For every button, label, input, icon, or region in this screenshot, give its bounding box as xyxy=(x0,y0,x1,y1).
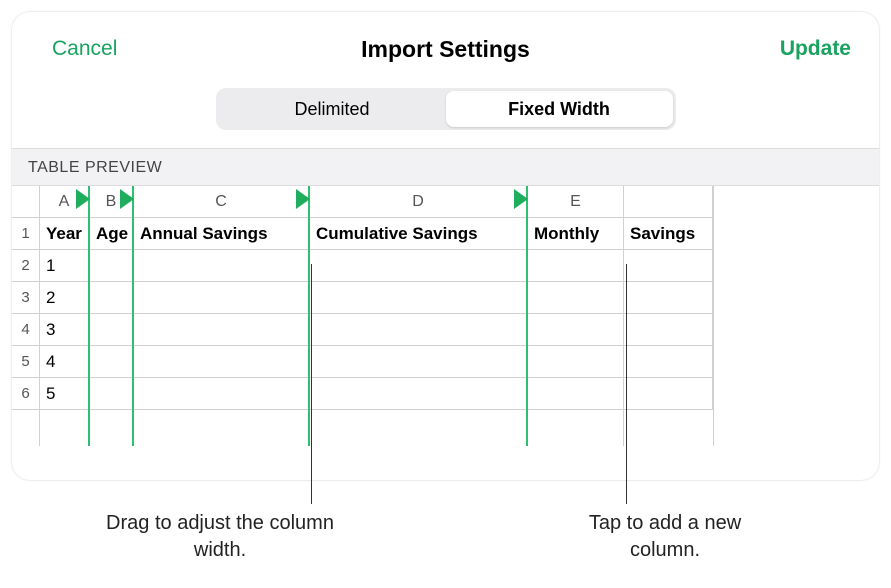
cell xyxy=(624,378,713,410)
row-header: 2 xyxy=(12,250,39,282)
table-preview[interactable]: 1 2 3 4 5 6 A Year 1 2 3 4 xyxy=(12,186,879,446)
cell xyxy=(310,250,526,282)
row-header: 3 xyxy=(12,282,39,314)
sheet-header: Cancel Import Settings Update xyxy=(12,12,879,86)
cell: Annual Savings xyxy=(134,218,308,250)
column-d: D Cumulative Savings xyxy=(310,186,528,446)
column-letter: B xyxy=(106,193,117,211)
cell xyxy=(90,282,132,314)
cell xyxy=(624,346,713,378)
cell: Cumulative Savings xyxy=(310,218,526,250)
cell: 4 xyxy=(40,346,88,378)
column-a: A Year 1 2 3 4 5 xyxy=(40,186,90,446)
update-button[interactable]: Update xyxy=(780,37,851,61)
segment-delimited[interactable]: Delimited xyxy=(219,91,446,127)
cell xyxy=(624,314,713,346)
columns-area[interactable]: A Year 1 2 3 4 5 B Age xyxy=(40,186,879,446)
cell xyxy=(528,314,623,346)
cell: Age xyxy=(90,218,132,250)
cell: Savings xyxy=(624,218,713,250)
segmented-control-wrap: Delimited Fixed Width xyxy=(12,86,879,148)
column-e: E Monthly xyxy=(528,186,624,446)
cancel-button[interactable]: Cancel xyxy=(52,37,117,61)
cell: 5 xyxy=(40,378,88,410)
cell xyxy=(134,282,308,314)
column-b: B Age xyxy=(90,186,134,446)
column-divider-handle-icon[interactable] xyxy=(296,189,310,209)
row-header: 4 xyxy=(12,314,39,346)
column-divider-handle-icon[interactable] xyxy=(120,189,134,209)
table-preview-label: TABLE PREVIEW xyxy=(12,148,879,186)
cell xyxy=(310,282,526,314)
cell xyxy=(90,250,132,282)
callout-leader-line xyxy=(311,264,312,504)
mode-segmented-control[interactable]: Delimited Fixed Width xyxy=(216,88,676,130)
column-header[interactable]: C xyxy=(134,186,308,218)
cell: 2 xyxy=(40,282,88,314)
cell: 3 xyxy=(40,314,88,346)
column-letter: C xyxy=(215,193,227,211)
cell xyxy=(310,346,526,378)
column-header[interactable]: E xyxy=(528,186,623,218)
row-number-gutter: 1 2 3 4 5 6 xyxy=(12,186,40,446)
cell xyxy=(528,282,623,314)
callout-tap-add-column: Tap to add a new column. xyxy=(560,510,770,564)
callout-drag-width: Drag to adjust the column width. xyxy=(90,510,350,564)
row-header: 1 xyxy=(12,218,39,250)
column-divider-handle-icon[interactable] xyxy=(76,189,90,209)
cell xyxy=(90,346,132,378)
cell xyxy=(310,378,526,410)
corner-cell xyxy=(12,186,39,218)
cell xyxy=(134,250,308,282)
column-header[interactable]: A xyxy=(40,186,88,218)
column-c: C Annual Savings xyxy=(134,186,310,446)
column-header[interactable]: D xyxy=(310,186,526,218)
cell: Monthly xyxy=(528,218,623,250)
cell xyxy=(90,378,132,410)
cell xyxy=(528,250,623,282)
cell xyxy=(90,314,132,346)
cell xyxy=(624,250,713,282)
callout-leader-line xyxy=(626,264,627,504)
column-header-blank[interactable]: . xyxy=(624,186,713,218)
cell xyxy=(134,378,308,410)
row-header: 5 xyxy=(12,346,39,378)
cell xyxy=(624,282,713,314)
column-divider-handle-icon[interactable] xyxy=(514,189,528,209)
cell: 1 xyxy=(40,250,88,282)
column-letter: A xyxy=(59,193,70,211)
sheet-title: Import Settings xyxy=(361,36,530,63)
cell xyxy=(134,346,308,378)
row-header: 6 xyxy=(12,378,39,410)
import-settings-sheet: Cancel Import Settings Update Delimited … xyxy=(12,12,879,480)
cell: Year xyxy=(40,218,88,250)
column-header[interactable]: B xyxy=(90,186,132,218)
cell xyxy=(310,314,526,346)
column-letter: D xyxy=(412,193,424,211)
segment-fixed-width[interactable]: Fixed Width xyxy=(446,91,673,127)
cell xyxy=(528,346,623,378)
overflow-column: . Savings xyxy=(624,186,714,446)
column-letter: E xyxy=(570,193,581,211)
cell xyxy=(134,314,308,346)
cell xyxy=(528,378,623,410)
